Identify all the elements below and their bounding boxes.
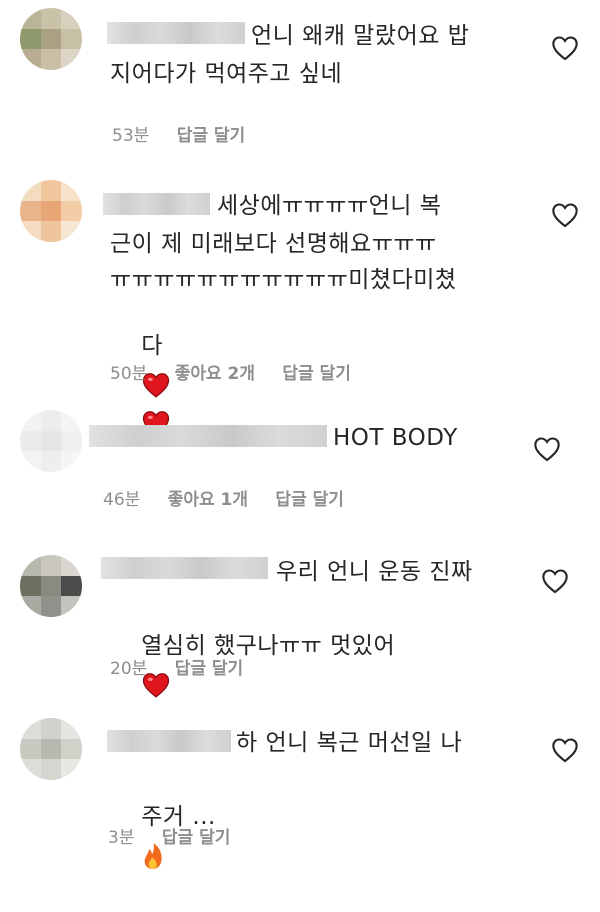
reply-button[interactable]: 답글 달기 [175, 659, 243, 679]
avatar[interactable] [20, 8, 82, 70]
username-blurred[interactable] [103, 193, 210, 215]
heart-outline-icon[interactable] [551, 35, 579, 61]
reply-button[interactable]: 답글 달기 [275, 490, 343, 510]
comment-meta: 46분 좋아요 1개 답글 달기 [103, 485, 366, 510]
username-blurred[interactable] [107, 22, 245, 44]
reply-button[interactable]: 답글 달기 [282, 364, 350, 384]
username-blurred[interactable] [107, 730, 231, 752]
likes-count[interactable]: 좋아요 2개 [175, 364, 255, 384]
comment-text: 근이 제 미래보다 선명해요ㅠㅠㅠ [110, 231, 437, 257]
comment-text: 다 [110, 289, 171, 479]
reply-button[interactable]: 답글 달기 [162, 828, 230, 848]
avatar[interactable] [20, 555, 82, 617]
username-blurred[interactable] [89, 425, 327, 447]
comment-text: 언니 왜캐 말랐어요 밥 [251, 23, 470, 49]
comment-time: 46분 [103, 490, 141, 510]
comment-meta: 53분 답글 달기 [112, 121, 267, 146]
comment-text: 하 언니 복근 머선일 나 [236, 730, 463, 756]
avatar[interactable] [20, 180, 82, 242]
comment-time: 3분 [108, 828, 135, 848]
comment-meta: 3분 답글 달기 [108, 823, 252, 848]
heart-outline-icon[interactable] [551, 737, 579, 763]
heart-outline-icon[interactable] [533, 436, 561, 462]
avatar[interactable] [20, 718, 82, 780]
comment-meta: 20분 답글 달기 [110, 654, 265, 679]
avatar[interactable] [20, 410, 82, 472]
comment-text: HOT BODY [333, 425, 458, 451]
comment-time: 50분 [110, 364, 148, 384]
heart-outline-icon[interactable] [551, 202, 579, 228]
comment-text: 우리 언니 운동 진짜 [276, 559, 473, 585]
username-blurred[interactable] [101, 557, 268, 579]
comment-time: 20분 [110, 659, 148, 679]
reply-button[interactable]: 답글 달기 [177, 126, 245, 146]
heart-outline-icon[interactable] [541, 568, 569, 594]
likes-count[interactable]: 좋아요 1개 [168, 490, 248, 510]
comment-text: 지어다가 먹여주고 싶네 [110, 61, 343, 87]
comment-time: 53분 [112, 126, 150, 146]
comment-meta: 50분 좋아요 2개 답글 달기 [110, 359, 373, 384]
comment-text: 세상에ㅠㅠㅠㅠ언니 복 [217, 193, 442, 219]
